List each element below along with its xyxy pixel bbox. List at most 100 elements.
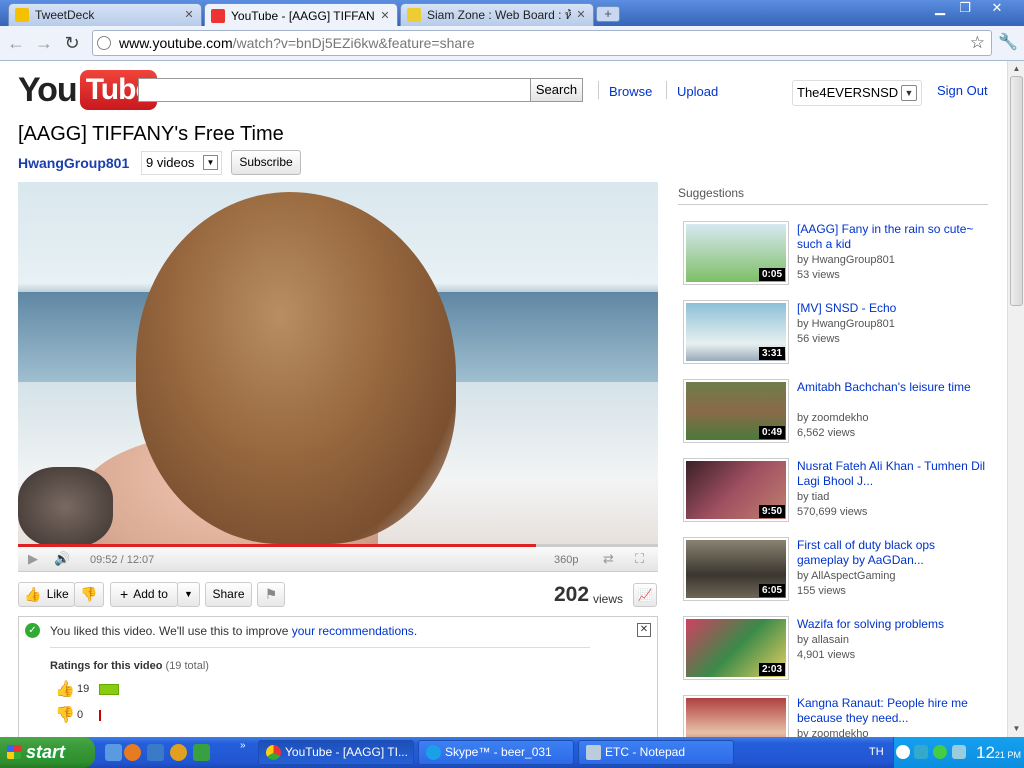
suggestion-title[interactable]: [AAGG] Fany in the rain so cute~ such a … bbox=[797, 222, 987, 252]
language-indicator[interactable]: TH bbox=[869, 746, 884, 758]
ie-icon[interactable] bbox=[105, 744, 122, 761]
suggestion-thumbnail[interactable]: 6:05 bbox=[683, 537, 789, 601]
taskbar-item-youtube[interactable]: YouTube - [AAGG] TI... bbox=[258, 740, 414, 765]
start-button[interactable]: start bbox=[0, 737, 95, 768]
video-frame[interactable] bbox=[18, 182, 658, 544]
tab-youtube[interactable]: YouTube - [AAGG] TIFFAN... ✕ bbox=[204, 3, 398, 27]
suggestion-item[interactable]: 0:49 Amitabh Bachchan's leisure time by … bbox=[683, 379, 993, 447]
search-button[interactable]: Search bbox=[530, 78, 583, 102]
suggestion-item[interactable]: 0:05 [AAGG] Fany in the rain so cute~ su… bbox=[683, 221, 993, 289]
dislike-button[interactable]: 👎 bbox=[74, 582, 104, 607]
youtube-logo[interactable]: You Tube bbox=[18, 70, 158, 110]
chevron-down-icon: ▼ bbox=[184, 589, 193, 599]
scroll-up-icon[interactable]: ▲ bbox=[1011, 63, 1022, 74]
suggestion-item[interactable]: Kangna Ranaut: People hire me because th… bbox=[683, 695, 993, 737]
channel-videos-dropdown[interactable]: 9 videos ▼ bbox=[141, 151, 222, 175]
plus-icon: + bbox=[120, 586, 129, 602]
play-icon[interactable]: ▶ bbox=[28, 551, 38, 567]
close-icon[interactable]: ✕ bbox=[575, 9, 587, 21]
suggestion-thumbnail[interactable]: 3:31 bbox=[683, 300, 789, 364]
suggestion-title[interactable]: Kangna Ranaut: People hire me because th… bbox=[797, 696, 987, 726]
add-to-button[interactable]: + Add to bbox=[110, 582, 178, 607]
suggestion-thumbnail[interactable]: 0:49 bbox=[683, 379, 789, 443]
security-icon[interactable] bbox=[933, 745, 947, 759]
thumbs-up-icon: 👍 bbox=[55, 681, 75, 698]
close-window-icon[interactable]: ✕ bbox=[985, 0, 1009, 17]
suggestion-thumbnail[interactable] bbox=[683, 695, 789, 737]
suggestion-title[interactable]: First call of duty black ops gameplay by… bbox=[797, 538, 987, 568]
suggestion-channel: by AllAspectGaming bbox=[797, 570, 896, 582]
firefox-icon[interactable] bbox=[124, 744, 141, 761]
tab-tweetdeck[interactable]: TweetDeck ✕ bbox=[8, 3, 202, 26]
forward-icon[interactable]: → bbox=[33, 32, 55, 54]
suggestion-channel: by allasain bbox=[797, 634, 849, 646]
user-menu[interactable]: The4EVERSNSD ▼ bbox=[792, 80, 922, 106]
tab-siamzone[interactable]: Siam Zone : Web Board : ห้... ✕ bbox=[400, 3, 594, 26]
suggestion-thumbnail[interactable]: 9:50 bbox=[683, 458, 789, 522]
flag-button[interactable]: ⚑ bbox=[257, 582, 285, 607]
add-to-dropdown[interactable]: ▼ bbox=[177, 582, 200, 607]
youtube-icon bbox=[211, 8, 225, 23]
search-input[interactable] bbox=[138, 78, 531, 102]
app-icon[interactable] bbox=[170, 744, 187, 761]
bookmark-star-icon[interactable]: ☆ bbox=[970, 33, 985, 53]
close-icon[interactable]: ✕ bbox=[379, 10, 391, 22]
close-icon[interactable]: ✕ bbox=[183, 9, 195, 21]
sign-out-link[interactable]: Sign Out bbox=[937, 83, 988, 98]
volume-icon[interactable]: 🔊 bbox=[54, 551, 70, 567]
suggestion-item[interactable]: 2:03 Wazifa for solving problems by alla… bbox=[683, 616, 993, 684]
minimize-icon[interactable]: ▁ bbox=[928, 0, 952, 17]
suggestion-item[interactable]: 9:50 Nusrat Fateh Ali Khan - Tumhen Dil … bbox=[683, 458, 993, 526]
chevron-right-icon[interactable]: » bbox=[240, 740, 246, 751]
suggestion-item[interactable]: 6:05 First call of duty black ops gamepl… bbox=[683, 537, 993, 605]
browse-link[interactable]: Browse bbox=[609, 84, 652, 99]
app-icon[interactable] bbox=[147, 744, 164, 761]
upload-link[interactable]: Upload bbox=[677, 84, 718, 99]
wrench-icon[interactable]: 🔧 bbox=[998, 32, 1018, 52]
reload-icon[interactable]: ↻ bbox=[61, 32, 83, 54]
suggestion-title[interactable]: Nusrat Fateh Ali Khan - Tumhen Dil Lagi … bbox=[797, 459, 987, 489]
like-button[interactable]: 👍 Like bbox=[18, 582, 75, 607]
scrollbar-thumb[interactable] bbox=[1010, 76, 1023, 306]
new-tab-button[interactable]: + bbox=[596, 6, 620, 22]
suggestion-views: 4,901 views bbox=[797, 649, 856, 661]
taskbar-item-notepad[interactable]: ETC - Notepad bbox=[578, 740, 734, 765]
fullscreen-icon[interactable]: ⛶ bbox=[635, 551, 644, 567]
url-host: www.youtube.com bbox=[119, 35, 233, 51]
suggestion-title[interactable]: [MV] SNSD - Echo bbox=[797, 301, 987, 316]
suggestion-item[interactable]: 3:31 [MV] SNSD - Echo by HwangGroup801 5… bbox=[683, 300, 993, 368]
app-icon[interactable] bbox=[193, 744, 210, 761]
popout-icon[interactable]: ⇄ bbox=[603, 551, 614, 567]
likes-bar bbox=[99, 683, 119, 695]
close-icon[interactable]: ✕ bbox=[637, 623, 651, 637]
video-player[interactable]: ▶ 🔊 09:52 / 12:07 360p ⇄ ⛶ bbox=[18, 182, 658, 572]
suggestion-title[interactable]: Amitabh Bachchan's leisure time bbox=[797, 380, 987, 395]
back-icon[interactable]: ← bbox=[5, 32, 27, 54]
windows-flag-icon bbox=[7, 745, 21, 759]
restore-icon[interactable]: ❐ bbox=[953, 0, 977, 17]
scroll-down-icon[interactable]: ▼ bbox=[1011, 723, 1022, 734]
recommendations-link[interactable]: your recommendations bbox=[292, 624, 414, 638]
network-icon[interactable] bbox=[914, 745, 928, 759]
notepad-icon bbox=[586, 745, 601, 760]
tray-expand-icon[interactable] bbox=[896, 745, 910, 759]
chevron-down-icon[interactable]: ▼ bbox=[901, 85, 917, 101]
skype-icon bbox=[426, 745, 441, 760]
check-icon: ✓ bbox=[25, 623, 40, 638]
liked-notification: ✓ You liked this video. We'll use this t… bbox=[18, 616, 658, 737]
app-tray-icon[interactable] bbox=[952, 745, 966, 759]
quality-selector[interactable]: 360p bbox=[554, 554, 578, 566]
subscribe-button[interactable]: Subscribe bbox=[231, 150, 301, 175]
flag-icon: ⚑ bbox=[264, 586, 278, 602]
stats-icon[interactable]: 📈 bbox=[633, 583, 657, 607]
suggestion-thumbnail[interactable]: 2:03 bbox=[683, 616, 789, 680]
suggestion-thumbnail[interactable]: 0:05 bbox=[683, 221, 789, 285]
channel-link[interactable]: HwangGroup801 bbox=[18, 155, 129, 171]
dislikes-row: 👎 0 bbox=[55, 705, 101, 725]
taskbar-item-skype[interactable]: Skype™ - beer_031 bbox=[418, 740, 574, 765]
share-button[interactable]: Share bbox=[205, 582, 252, 607]
thumbs-down-icon: 👎 bbox=[55, 707, 75, 724]
suggestion-title[interactable]: Wazifa for solving problems bbox=[797, 617, 987, 632]
address-bar[interactable]: www.youtube.com/watch?v=bnDj5EZi6kw&feat… bbox=[92, 30, 992, 56]
page-scrollbar[interactable]: ▲ ▼ bbox=[1007, 61, 1024, 737]
